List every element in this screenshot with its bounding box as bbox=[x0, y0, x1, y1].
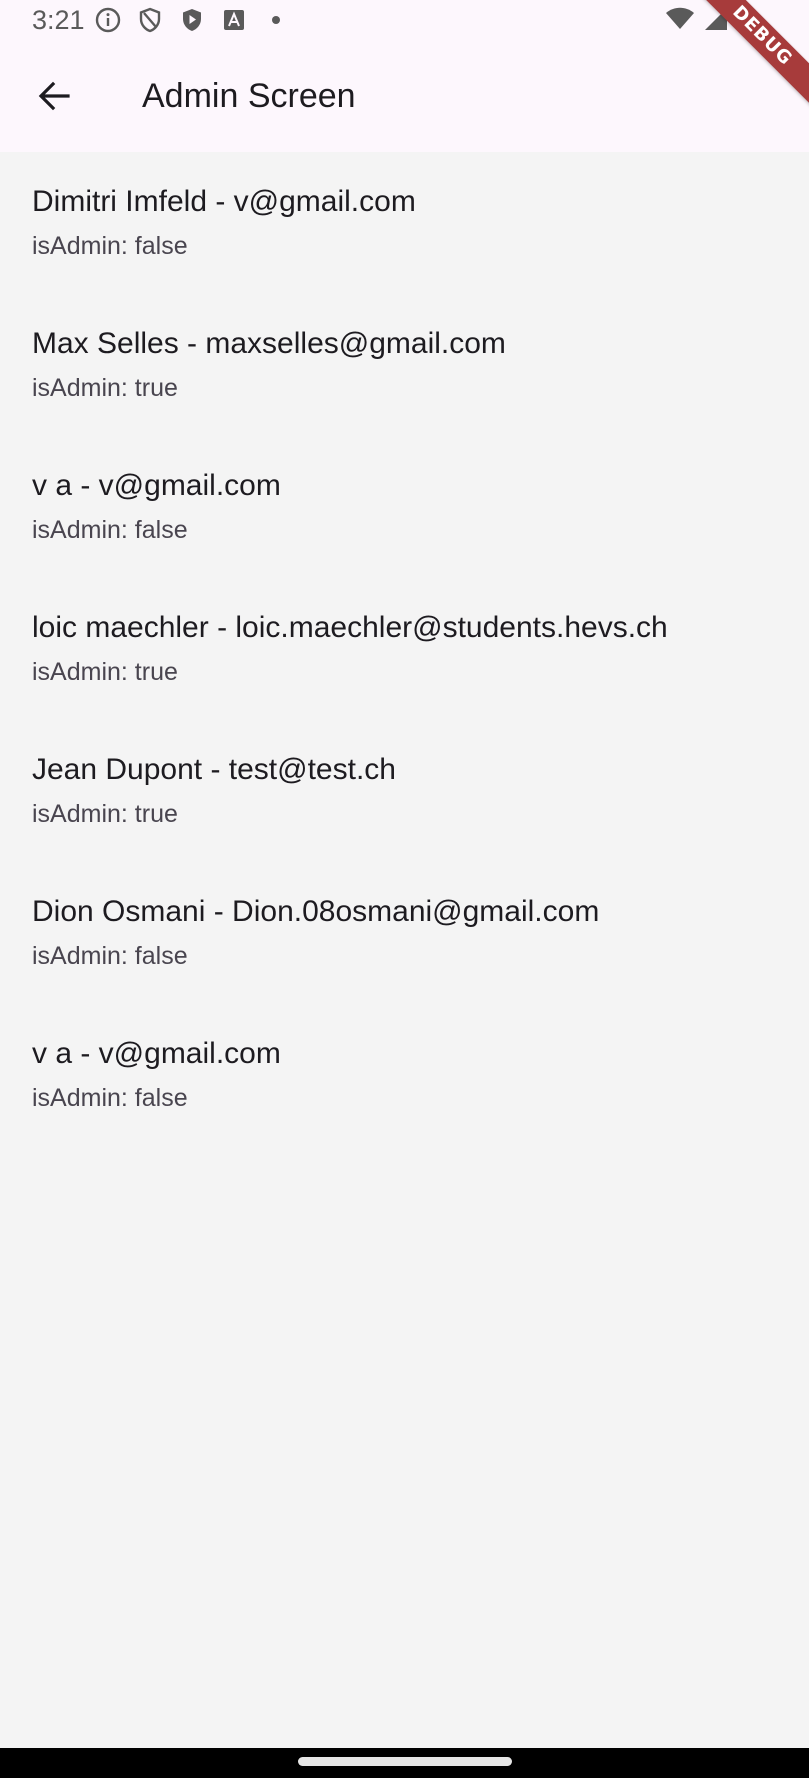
status-notification-icons bbox=[94, 6, 290, 34]
user-admin-status: isAdmin: true bbox=[32, 800, 178, 828]
user-title: loic maechler - loic.maechler@students.h… bbox=[32, 611, 668, 644]
info-circle-icon bbox=[94, 6, 122, 34]
font-a-icon bbox=[220, 6, 248, 34]
list-item[interactable]: v a - v@gmail.com isAdmin: false bbox=[0, 436, 809, 578]
user-title: Jean Dupont - test@test.ch bbox=[32, 753, 396, 786]
user-title: v a - v@gmail.com bbox=[32, 469, 281, 502]
user-title: Dimitri Imfeld - v@gmail.com bbox=[32, 185, 416, 218]
play-shield-icon bbox=[178, 6, 206, 34]
user-admin-status: isAdmin: false bbox=[32, 516, 188, 544]
shield-icon bbox=[136, 6, 164, 34]
list-item[interactable]: Dimitri Imfeld - v@gmail.com isAdmin: fa… bbox=[0, 152, 809, 294]
user-admin-status: isAdmin: false bbox=[32, 942, 188, 970]
status-bar: 3:21 bbox=[0, 0, 809, 40]
user-title: Dion Osmani - Dion.08osmani@gmail.com bbox=[32, 895, 600, 928]
user-list: Dimitri Imfeld - v@gmail.com isAdmin: fa… bbox=[0, 152, 809, 1146]
user-admin-status: isAdmin: true bbox=[32, 658, 178, 686]
list-item[interactable]: Jean Dupont - test@test.ch isAdmin: true bbox=[0, 720, 809, 862]
wifi-icon bbox=[665, 7, 695, 36]
user-admin-status: isAdmin: false bbox=[32, 1084, 188, 1112]
dot-icon bbox=[262, 6, 290, 34]
list-item[interactable]: Dion Osmani - Dion.08osmani@gmail.com is… bbox=[0, 862, 809, 1004]
user-admin-status: isAdmin: false bbox=[32, 232, 188, 260]
home-gesture-handle[interactable] bbox=[298, 1757, 512, 1766]
back-button[interactable] bbox=[26, 68, 82, 124]
user-title: v a - v@gmail.com bbox=[32, 1037, 281, 1070]
user-title: Max Selles - maxselles@gmail.com bbox=[32, 327, 506, 360]
app-bar: Admin Screen bbox=[0, 40, 809, 152]
list-item[interactable]: v a - v@gmail.com isAdmin: false bbox=[0, 1004, 809, 1146]
user-admin-status: isAdmin: true bbox=[32, 374, 178, 402]
arrow-back-icon bbox=[38, 81, 70, 111]
system-nav-bar bbox=[0, 1748, 809, 1778]
status-time: 3:21 bbox=[32, 5, 85, 35]
list-item[interactable]: Max Selles - maxselles@gmail.com isAdmin… bbox=[0, 294, 809, 436]
page-title: Admin Screen bbox=[142, 77, 356, 115]
list-item[interactable]: loic maechler - loic.maechler@students.h… bbox=[0, 578, 809, 720]
